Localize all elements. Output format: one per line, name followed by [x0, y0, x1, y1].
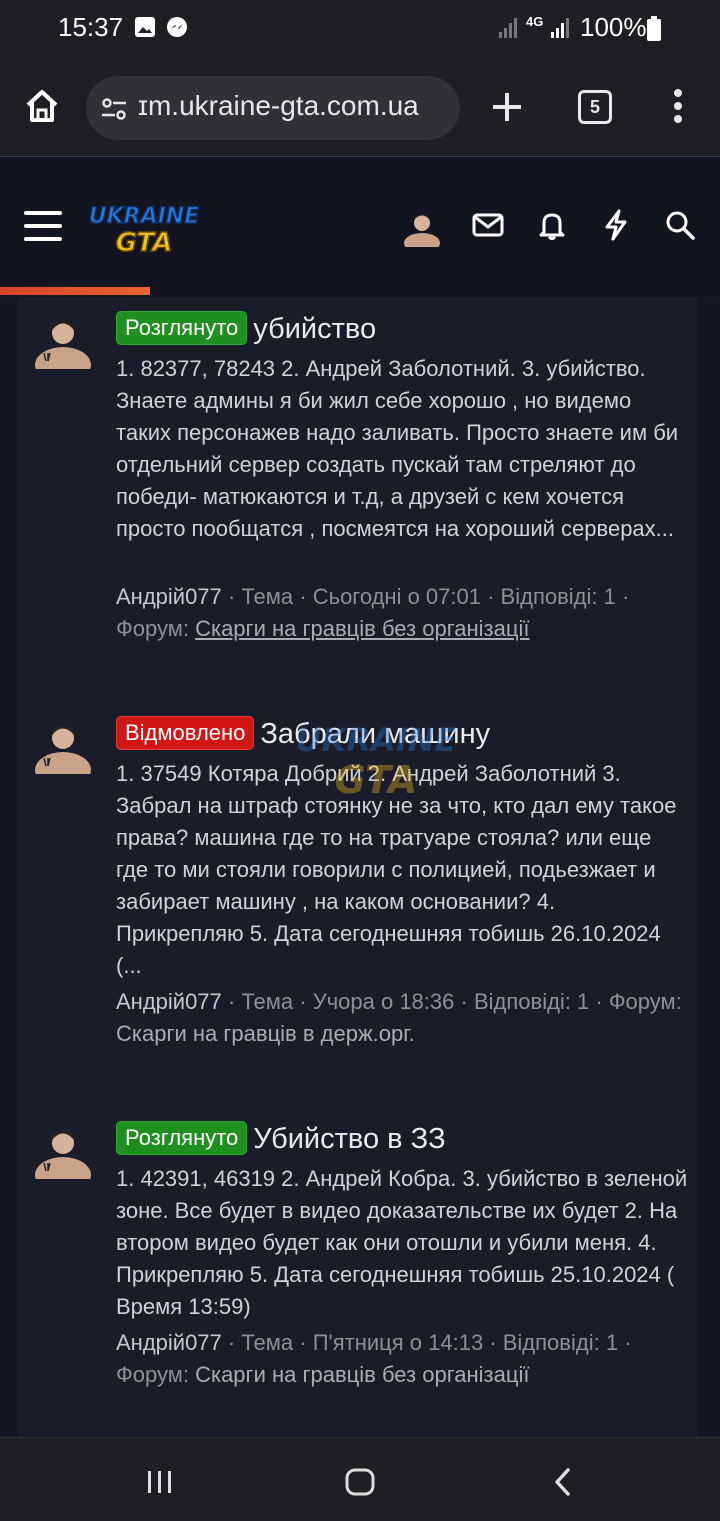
author-link[interactable]: Андрій077 [116, 1330, 222, 1355]
back-icon[interactable] [548, 1466, 580, 1498]
reply-count: Відповіді: 1 [473, 989, 590, 1014]
reply-count: Відповіді: 1 [502, 1330, 619, 1355]
thread-title[interactable]: Розглянуто убийство [116, 311, 376, 346]
forum-link[interactable]: Скарги на гравців без організації [195, 616, 529, 641]
browser-toolbar: ɪm.ukraine-gta.com.ua 5 [0, 58, 720, 157]
address-bar[interactable]: ɪm.ukraine-gta.com.ua [86, 76, 460, 140]
tabs-icon[interactable]: 5 [578, 90, 612, 124]
avatar[interactable] [34, 1121, 92, 1179]
thread-title-text[interactable]: Убийство в ЗЗ [253, 1123, 445, 1155]
site-settings-icon[interactable] [100, 95, 128, 123]
system-navbar [0, 1437, 720, 1521]
status-badge: Розглянуто [116, 311, 248, 345]
site-logo[interactable]: UKRAINE GTA [88, 197, 200, 257]
network-type: 4G [526, 14, 544, 29]
thread-meta: Андрій077 · Тема · Учора о 18:36 · Відпо… [116, 989, 682, 1046]
thread-title-text[interactable]: убийство [253, 313, 376, 345]
home-icon[interactable] [22, 86, 62, 126]
thread-snippet: 1. 82377, 78243 2. Андрей Заболотний. 3.… [116, 356, 679, 541]
avatar[interactable] [402, 207, 442, 247]
search-results: Розглянуто убийство 1. 82377, 78243 2. Ан… [18, 297, 698, 1437]
signal-icon [499, 18, 517, 38]
thread-meta: Андрій077 · Тема · Сьогодні о 07:01 · Ві… [116, 584, 630, 641]
thread-snippet: 1. 42391, 46319 2. Андрей Кобра. 3. убий… [116, 1166, 688, 1319]
post-date: Сьогодні о 07:01 [312, 584, 481, 609]
watermark-text-top: UKRAINE [296, 721, 457, 759]
logo-text-top: UKRAINE [89, 204, 200, 229]
status-badge: Розглянуто [116, 1121, 248, 1155]
forum-label: Форум: [116, 616, 189, 641]
wifi-signal-icon [551, 18, 569, 38]
forum-label: Форум: [116, 1362, 189, 1387]
thread-meta: Андрій077 · Тема · П'ятниця о 14:13 · Ві… [116, 1330, 632, 1387]
messenger-icon [167, 17, 187, 37]
content-type: Тема [241, 1330, 294, 1355]
status-bar: 15:37 4G 100% [0, 0, 720, 58]
avatar[interactable] [34, 311, 92, 369]
battery-icon [647, 16, 661, 41]
status-time: 15:37 [58, 12, 124, 42]
reply-count: Відповіді: 1 [500, 584, 616, 609]
content-type: Тема [241, 584, 294, 609]
search-icon[interactable] [664, 209, 696, 241]
site-header: UKRAINE GTA [0, 157, 720, 297]
author-link[interactable]: Андрій077 [116, 584, 222, 609]
post-date: Учора о 18:36 [312, 989, 455, 1014]
post-date: П'ятниця о 14:13 [312, 1330, 484, 1355]
image-icon [135, 17, 155, 37]
page-load-progress [0, 287, 150, 295]
logo-text-bottom: GTA [116, 228, 173, 257]
lightning-icon[interactable] [600, 209, 632, 241]
forum-label: Форум: [608, 989, 682, 1014]
url-text: ɪm.ukraine-gta.com.ua [138, 90, 419, 121]
more-menu-icon[interactable] [670, 88, 686, 124]
status-badge: Відмовлено [116, 716, 255, 750]
menu-icon[interactable] [24, 209, 62, 243]
watermark-logo: UKRAINE GTA [296, 721, 457, 802]
mail-icon[interactable] [472, 209, 504, 241]
watermark-text-bottom: GTA [335, 758, 418, 802]
bell-icon[interactable] [536, 209, 568, 241]
forum-link[interactable]: Скарги на гравців без організації [195, 1362, 529, 1387]
author-link[interactable]: Андрій077 [116, 989, 222, 1014]
avatar[interactable] [34, 716, 92, 774]
forum-link[interactable]: Скарги на гравців в держ.орг. [116, 1021, 415, 1046]
content-type: Тема [241, 989, 294, 1014]
new-tab-icon[interactable] [490, 90, 524, 124]
thread-title[interactable]: Розглянуто Убийство в ЗЗ [116, 1121, 446, 1156]
home-button-icon[interactable] [344, 1466, 376, 1498]
battery-percent: 100% [580, 12, 647, 42]
recent-apps-icon[interactable] [144, 1466, 176, 1498]
